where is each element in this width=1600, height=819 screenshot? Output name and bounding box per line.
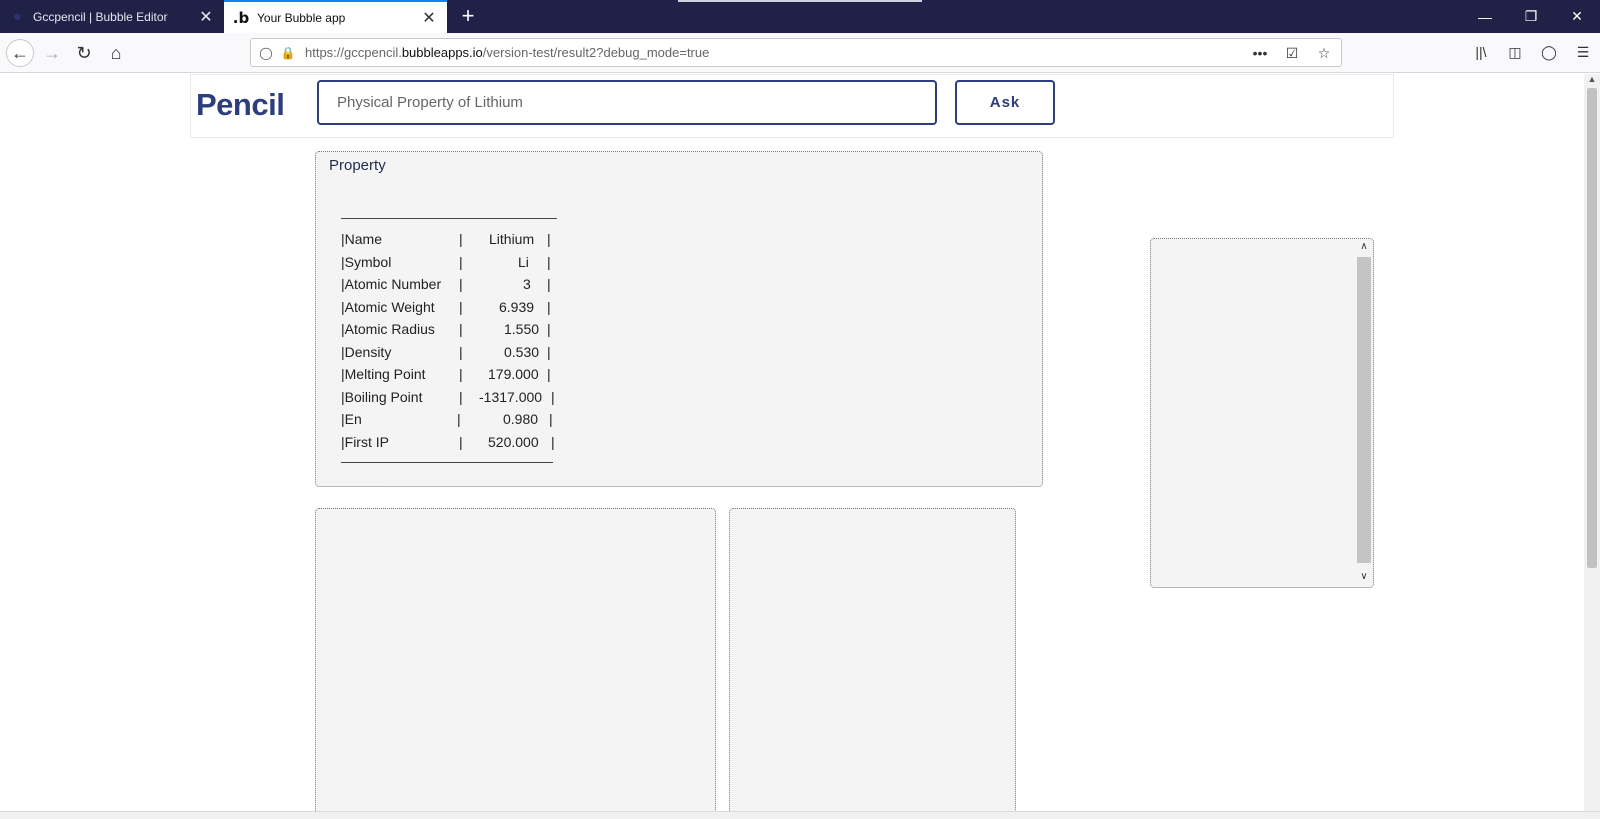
row-end: | bbox=[547, 231, 551, 248]
row-name: |Density bbox=[341, 343, 392, 360]
page-scrollbar-thumb[interactable] bbox=[1587, 88, 1597, 568]
tab-title: Your Bubble app bbox=[257, 10, 346, 25]
row-value: 6.939 bbox=[499, 298, 535, 315]
side-panel-scrollbar[interactable] bbox=[1357, 257, 1371, 563]
url-text: https://gccpencil.bubbleapps.io/version-… bbox=[305, 45, 710, 60]
row-value: Li bbox=[518, 253, 529, 270]
row-value: 0.980 bbox=[503, 411, 539, 428]
url-bar[interactable]: ◯ 🔒 https://gccpencil.bubbleapps.io/vers… bbox=[250, 38, 1342, 67]
navigation-bar: ← → ↻ ⌂ ◯ 🔒 https://gccpencil.bubbleapps… bbox=[0, 33, 1600, 73]
ask-button[interactable]: Ask bbox=[955, 80, 1055, 125]
scroll-up-icon[interactable]: ▲ bbox=[1584, 74, 1600, 88]
app-header: Pencil Ask bbox=[190, 74, 1394, 138]
account-icon[interactable]: ◯ bbox=[1538, 41, 1560, 63]
row-value: Lithium bbox=[489, 231, 535, 248]
home-button[interactable]: ⌂ bbox=[102, 39, 130, 67]
row-name: |Melting Point bbox=[341, 366, 426, 383]
restore-icon[interactable]: ❐ bbox=[1508, 0, 1554, 33]
property-title: Property bbox=[329, 157, 386, 174]
close-icon[interactable]: ✕ bbox=[419, 8, 439, 28]
result-panel-left bbox=[315, 508, 716, 811]
status-bar bbox=[0, 811, 1600, 819]
row-name: |Atomic Weight bbox=[341, 298, 435, 315]
reload-button[interactable]: ↻ bbox=[70, 39, 98, 67]
table-top-rule bbox=[341, 218, 557, 219]
chevron-down-icon[interactable]: ∨ bbox=[1357, 571, 1371, 585]
row-end: | bbox=[551, 388, 555, 405]
chevron-up-icon[interactable]: ∧ bbox=[1357, 241, 1371, 255]
close-icon[interactable]: ✕ bbox=[196, 7, 216, 27]
tab-title: Gccpencil | Bubble Editor bbox=[33, 9, 168, 24]
row-name: |Atomic Number bbox=[341, 276, 442, 293]
row-name: |Name bbox=[341, 231, 382, 248]
row-end: | bbox=[547, 366, 551, 383]
row-value: 0.530 bbox=[504, 343, 540, 360]
row-value: -1317.000 bbox=[479, 388, 543, 405]
row-end: | bbox=[547, 276, 551, 293]
table-bottom-rule bbox=[341, 462, 553, 463]
row-name: |Boiling Point bbox=[341, 388, 423, 405]
tab-bar: ● Gccpencil | Bubble Editor ✕ .b Your Bu… bbox=[0, 0, 1600, 33]
tab-bubble-editor[interactable]: ● Gccpencil | Bubble Editor ✕ bbox=[0, 0, 224, 33]
side-panel[interactable]: ∧ ∨ bbox=[1150, 238, 1374, 588]
bubble-b-icon: .b bbox=[232, 8, 250, 27]
forward-button[interactable]: → bbox=[38, 39, 66, 67]
row-name: |Atomic Radius bbox=[341, 321, 435, 338]
row-end: | bbox=[549, 411, 553, 428]
row-name: |Symbol bbox=[341, 253, 392, 270]
page-scrollbar[interactable]: ▲ bbox=[1584, 74, 1600, 811]
window-close-icon[interactable]: ✕ bbox=[1554, 0, 1600, 33]
new-tab-button[interactable]: + bbox=[456, 4, 480, 28]
result-panel-right bbox=[729, 508, 1016, 811]
shield-icon[interactable]: ◯ bbox=[255, 42, 277, 64]
menu-icon[interactable]: ☰ bbox=[1572, 41, 1594, 63]
row-end: | bbox=[547, 343, 551, 360]
tab-your-bubble-app[interactable]: .b Your Bubble app ✕ bbox=[224, 0, 447, 33]
lock-icon[interactable]: 🔒 bbox=[277, 42, 299, 64]
search-input[interactable] bbox=[317, 80, 937, 125]
row-value: 1.550 bbox=[504, 321, 540, 338]
row-name: |En bbox=[341, 411, 362, 428]
page-viewport: Pencil Ask Property |Name | Lithium | |S… bbox=[0, 74, 1584, 811]
bookmark-star-icon[interactable]: ☆ bbox=[1313, 42, 1335, 64]
pocket-icon[interactable]: ☑ bbox=[1281, 42, 1303, 64]
row-end: | bbox=[547, 321, 551, 338]
bubble-editor-icon: ● bbox=[12, 8, 22, 25]
app-logo[interactable]: Pencil bbox=[196, 87, 285, 123]
row-value: 520.000 bbox=[488, 433, 539, 450]
row-end: | bbox=[547, 298, 551, 315]
row-value: 3 bbox=[523, 276, 531, 293]
sidebar-icon[interactable]: ◫ bbox=[1504, 41, 1526, 63]
back-button[interactable]: ← bbox=[6, 39, 34, 67]
row-end: | bbox=[547, 253, 551, 270]
property-panel: Property |Name | Lithium | |Symbol | Li … bbox=[315, 151, 1043, 487]
row-end: | bbox=[551, 433, 555, 450]
minimize-icon[interactable]: — bbox=[1462, 0, 1508, 33]
row-name: |First IP bbox=[341, 433, 389, 450]
more-actions-icon[interactable]: ••• bbox=[1249, 42, 1271, 64]
library-icon[interactable]: ||\ bbox=[1470, 41, 1492, 63]
row-value: 179.000 bbox=[488, 366, 539, 383]
tab-indicator bbox=[678, 0, 922, 2]
